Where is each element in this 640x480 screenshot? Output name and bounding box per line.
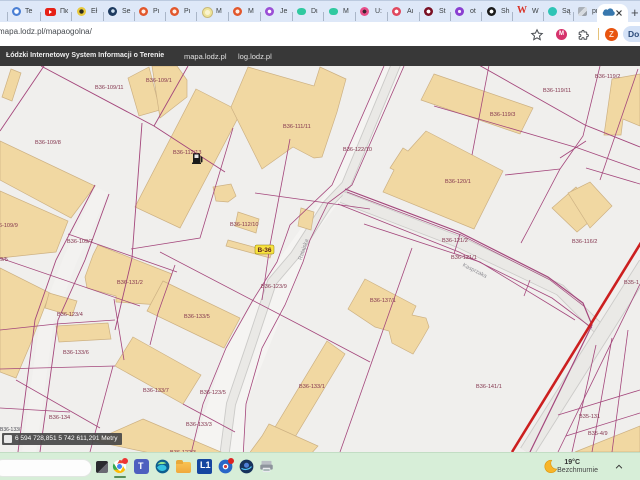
svg-text:B36-137/1: B36-137/1 bbox=[370, 298, 396, 304]
svg-text:B36-120/1: B36-120/1 bbox=[445, 179, 471, 185]
svg-text:B36-141/1: B36-141/1 bbox=[476, 384, 502, 390]
svg-text:B36-121/1: B36-121/1 bbox=[451, 255, 477, 261]
svg-text:B36-122/10: B36-122/10 bbox=[343, 147, 372, 153]
svg-text:B36-133/1: B36-133/1 bbox=[299, 384, 325, 390]
svg-text:B36-119/3: B36-119/3 bbox=[490, 112, 515, 118]
svg-text:B36-131/2: B36-131/2 bbox=[117, 280, 143, 286]
svg-text:B36-112/13: B36-112/13 bbox=[173, 150, 202, 156]
svg-text:B36-112/10: B36-112/10 bbox=[230, 222, 259, 228]
svg-text:B36-109/7: B36-109/7 bbox=[67, 239, 93, 245]
svg-text:B35-1: B35-1 bbox=[624, 280, 639, 286]
svg-text:B36-123/4: B36-123/4 bbox=[57, 312, 83, 318]
svg-text:B36-111/11: B36-111/11 bbox=[283, 124, 311, 130]
svg-text:B36-109/5: B36-109/5 bbox=[0, 257, 8, 263]
svg-text:B36-109/9: B36-109/9 bbox=[0, 223, 18, 229]
svg-text:B36-133/6: B36-133/6 bbox=[63, 350, 89, 356]
svg-text:B36-123/9: B36-123/9 bbox=[261, 284, 287, 290]
svg-text:B36-133/5: B36-133/5 bbox=[184, 314, 210, 320]
svg-text:B36-109/8: B36-109/8 bbox=[35, 140, 61, 146]
svg-text:B36-123/5: B36-123/5 bbox=[200, 390, 226, 396]
svg-text:B36-119/11: B36-119/11 bbox=[543, 88, 571, 94]
svg-text:B36-116/2: B36-116/2 bbox=[572, 239, 597, 245]
svg-text:B36-133/7: B36-133/7 bbox=[143, 388, 169, 394]
svg-text:B36-134: B36-134 bbox=[49, 415, 70, 421]
svg-text:B36-119/2: B36-119/2 bbox=[595, 74, 620, 80]
svg-text:B36-109/1: B36-109/1 bbox=[146, 78, 172, 84]
svg-text:B-36: B-36 bbox=[257, 247, 271, 254]
svg-text:B36-109/11: B36-109/11 bbox=[95, 85, 124, 91]
svg-text:B35-131: B35-131 bbox=[579, 414, 600, 420]
svg-text:B36-121/2: B36-121/2 bbox=[442, 238, 468, 244]
svg-text:B35-4/9: B35-4/9 bbox=[588, 431, 608, 437]
svg-text:B36-133/3: B36-133/3 bbox=[186, 422, 212, 428]
